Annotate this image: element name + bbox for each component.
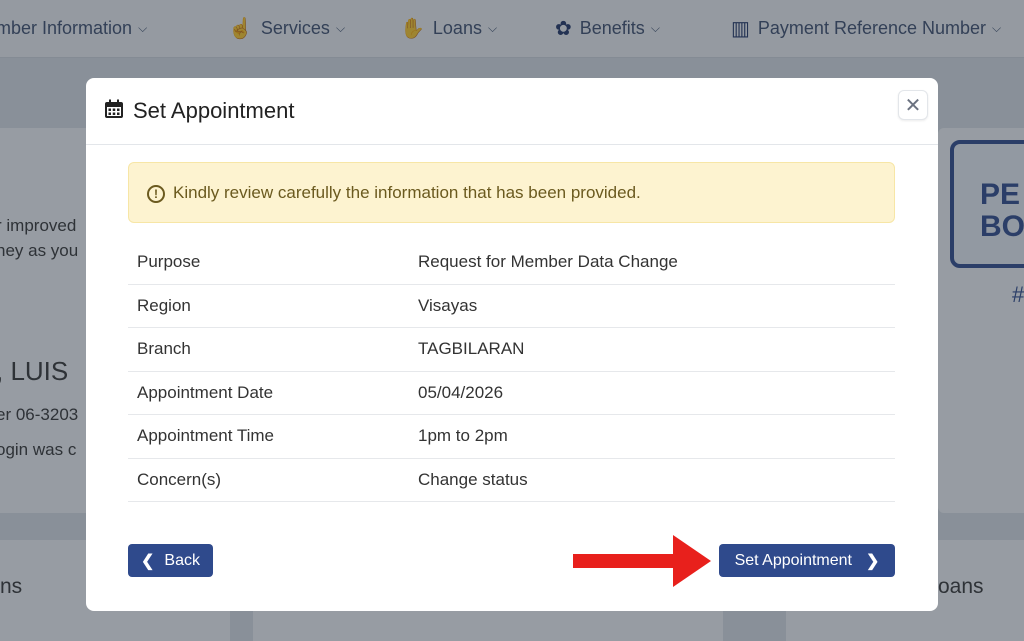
back-button[interactable]: ❮ Back [128,544,213,577]
close-icon: ✕ [904,94,922,117]
table-row: Appointment Date 05/04/2026 [128,372,895,415]
table-row: Appointment Time 1pm to 2pm [128,415,895,459]
set-appointment-modal: Set Appointment ✕ ! Kindly review carefu… [86,78,938,611]
row-label: Appointment Time [137,426,275,445]
row-label: Purpose [137,252,201,271]
row-value: Change status [418,469,528,489]
chevron-left-icon: ❮ [141,552,155,570]
set-appointment-button-label: Set Appointment [734,551,852,569]
calendar-icon [105,99,123,118]
row-value: 1pm to 2pm [418,426,508,445]
set-appointment-button[interactable]: Set Appointment ❯ [719,544,895,577]
row-label: Branch [137,339,191,358]
table-row: Concern(s) Change status [128,459,895,502]
exclamation-circle-icon: ! [147,185,165,203]
row-label: Concern(s) [137,469,222,489]
appointment-summary-table: Purpose Request for Member Data Change R… [128,241,895,502]
row-value: Request for Member Data Change [418,252,678,271]
row-label: Region [137,295,191,315]
chevron-right-icon: ❯ [866,552,880,570]
back-button-label: Back [164,551,200,569]
modal-title: Set Appointment [133,98,295,123]
annotation-arrow-icon [573,535,711,587]
table-row: Branch TAGBILARAN [128,328,895,372]
row-label: Appointment Date [137,382,274,402]
modal-header: Set Appointment ✕ [86,78,938,145]
table-row: Region Visayas [128,285,895,328]
row-value: Visayas [418,295,478,315]
alert-text: Kindly review carefully the information … [173,183,641,202]
review-alert: ! Kindly review carefully the informatio… [128,162,895,223]
row-value: TAGBILARAN [418,339,525,358]
row-value: 05/04/2026 [418,382,504,402]
close-button[interactable]: ✕ [898,90,928,120]
table-row: Purpose Request for Member Data Change [128,241,895,285]
